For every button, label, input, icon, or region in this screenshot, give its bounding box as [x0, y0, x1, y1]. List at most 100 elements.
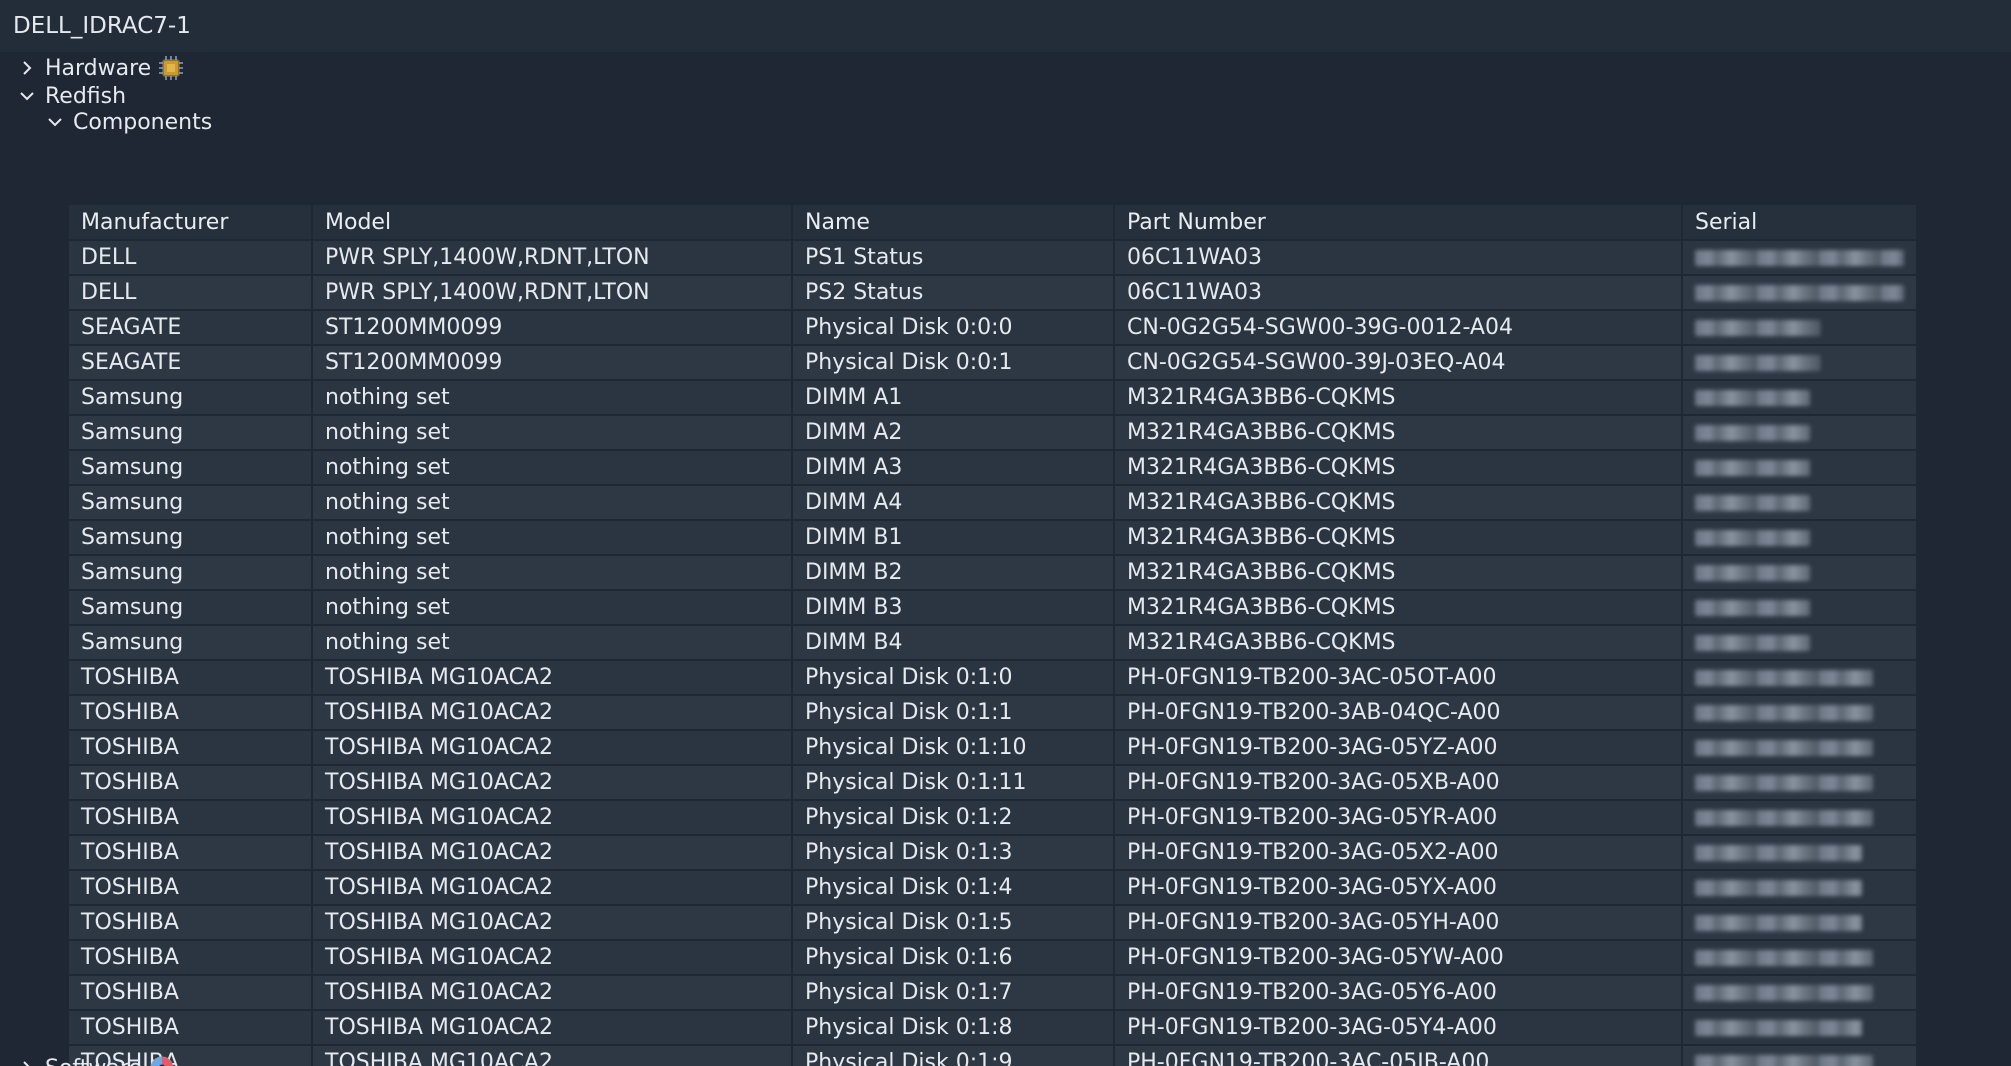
serial-redacted: [1695, 844, 1862, 861]
table-row: SEAGATE ST1200MM0099 Physical Disk 0:0:0 CN…: [69, 310, 1918, 346]
cell-model: TOSHIBA MG10ACA2: [312, 835, 793, 871]
components-table-body: DELL PWR SPLY,1400W,RDNT,LTON PS1 Status 06…: [69, 240, 1918, 1066]
cell-name: Physical Disk 0:1:8: [792, 1010, 1115, 1046]
cell-serial: [1682, 1045, 1918, 1066]
cell-part-number: PH-0FGN19-TB200-3AG-05YZ-A00: [1114, 730, 1683, 766]
cell-name: PS2 Status: [792, 275, 1115, 311]
cell-name: Physical Disk 0:0:1: [792, 345, 1115, 381]
chevron-right-icon[interactable]: [15, 56, 39, 80]
cell-name: DIMM B4: [792, 625, 1115, 661]
cell-name: DIMM B2: [792, 555, 1115, 591]
serial-redacted: [1695, 914, 1862, 931]
cell-manufacturer: TOSHIBA: [69, 765, 313, 801]
serial-redacted: [1695, 809, 1873, 826]
cell-name: Physical Disk 0:1:1: [792, 695, 1115, 731]
cell-manufacturer: SEAGATE: [69, 345, 313, 381]
cell-manufacturer: TOSHIBA: [69, 800, 313, 836]
cell-part-number: M321R4GA3BB6-CQKMS: [1114, 485, 1683, 521]
serial-redacted: [1695, 1019, 1862, 1036]
serial-redacted: [1695, 879, 1862, 896]
cell-serial: [1682, 590, 1918, 626]
cell-manufacturer: DELL: [69, 240, 313, 276]
cell-serial: [1682, 940, 1918, 976]
cell-part-number: M321R4GA3BB6-CQKMS: [1114, 380, 1683, 416]
cell-part-number: CN-0G2G54-SGW00-39J-03EQ-A04: [1114, 345, 1683, 381]
table-row: Samsung nothing set DIMM A4 M321R4GA3BB6-CQ…: [69, 485, 1918, 521]
cell-part-number: PH-0FGN19-TB200-3AB-04QC-A00: [1114, 695, 1683, 731]
cell-part-number: M321R4GA3BB6-CQKMS: [1114, 590, 1683, 626]
cell-model: TOSHIBA MG10ACA2: [312, 1010, 793, 1046]
table-row: Samsung nothing set DIMM B3 M321R4GA3BB6-CQ…: [69, 590, 1918, 626]
serial-redacted: [1695, 424, 1810, 441]
cell-part-number: PH-0FGN19-TB200-3AC-05OT-A00: [1114, 660, 1683, 696]
tree-node-components[interactable]: Components: [43, 108, 212, 136]
cell-manufacturer: TOSHIBA: [69, 695, 313, 731]
cell-serial: [1682, 240, 1918, 276]
cell-serial: [1682, 485, 1918, 521]
cell-model: ST1200MM0099: [312, 345, 793, 381]
column-header-model[interactable]: Model: [312, 205, 793, 241]
cell-manufacturer: Samsung: [69, 380, 313, 416]
cell-serial: [1682, 765, 1918, 801]
column-header-manufacturer[interactable]: Manufacturer: [69, 205, 313, 241]
cell-part-number: PH-0FGN19-TB200-3AG-05YR-A00: [1114, 800, 1683, 836]
cell-serial: [1682, 1010, 1918, 1046]
cell-part-number: PH-0FGN19-TB200-3AG-05X2-A00: [1114, 835, 1683, 871]
disc-icon: [148, 1054, 176, 1066]
cell-manufacturer: TOSHIBA: [69, 660, 313, 696]
table-row: TOSHIBA TOSHIBA MG10ACA2 Physical Disk 0:1…: [69, 765, 1918, 801]
cell-part-number: 06C11WA03: [1114, 240, 1683, 276]
tree-node-label: Software: [45, 1056, 142, 1066]
cell-part-number: CN-0G2G54-SGW00-39G-0012-A04: [1114, 310, 1683, 346]
serial-redacted: [1695, 564, 1810, 581]
cell-model: TOSHIBA MG10ACA2: [312, 975, 793, 1011]
cell-name: Physical Disk 0:1:0: [792, 660, 1115, 696]
cell-manufacturer: TOSHIBA: [69, 905, 313, 941]
cell-name: PS1 Status: [792, 240, 1115, 276]
tree-node-redfish[interactable]: Redfish: [15, 82, 126, 110]
cell-model: PWR SPLY,1400W,RDNT,LTON: [312, 275, 793, 311]
cell-serial: [1682, 975, 1918, 1011]
table-row: Samsung nothing set DIMM B2 M321R4GA3BB6-CQ…: [69, 555, 1918, 591]
cell-name: Physical Disk 0:1:11: [792, 765, 1115, 801]
serial-redacted: [1695, 669, 1873, 686]
tree-node-software[interactable]: Software: [15, 1054, 176, 1066]
chevron-down-icon[interactable]: [15, 84, 39, 108]
cell-part-number: PH-0FGN19-TB200-3AC-05JB-A00: [1114, 1045, 1683, 1066]
cell-manufacturer: SEAGATE: [69, 310, 313, 346]
tree-node-hardware[interactable]: Hardware: [15, 54, 185, 82]
serial-redacted: [1695, 774, 1873, 791]
table-row: TOSHIBA TOSHIBA MG10ACA2 Physical Disk 0:1…: [69, 905, 1918, 941]
cell-serial: [1682, 800, 1918, 836]
table-row: DELL PWR SPLY,1400W,RDNT,LTON PS2 Status 06…: [69, 275, 1918, 311]
cell-serial: [1682, 310, 1918, 346]
cell-model: TOSHIBA MG10ACA2: [312, 800, 793, 836]
table-row: TOSHIBA TOSHIBA MG10ACA2 Physical Disk 0:1…: [69, 660, 1918, 696]
column-header-serial[interactable]: Serial: [1682, 205, 1918, 241]
tree-node-label: Hardware: [45, 55, 152, 81]
serial-redacted: [1695, 984, 1873, 1001]
table-row: TOSHIBA TOSHIBA MG10ACA2 Physical Disk 0:1…: [69, 1010, 1918, 1046]
cell-model: TOSHIBA MG10ACA2: [312, 695, 793, 731]
cell-manufacturer: Samsung: [69, 485, 313, 521]
cell-name: Physical Disk 0:1:2: [792, 800, 1115, 836]
table-row: TOSHIBA TOSHIBA MG10ACA2 Physical Disk 0:1…: [69, 940, 1918, 976]
cell-serial: [1682, 660, 1918, 696]
cell-model: nothing set: [312, 380, 793, 416]
chevron-down-icon[interactable]: [43, 110, 67, 134]
column-header-part-number[interactable]: Part Number: [1114, 205, 1683, 241]
table-row: DELL PWR SPLY,1400W,RDNT,LTON PS1 Status 06…: [69, 240, 1918, 276]
column-header-name[interactable]: Name: [792, 205, 1115, 241]
cell-serial: [1682, 695, 1918, 731]
cell-manufacturer: Samsung: [69, 555, 313, 591]
chevron-right-icon[interactable]: [15, 1056, 39, 1066]
serial-redacted: [1695, 1054, 1873, 1066]
cell-part-number: PH-0FGN19-TB200-3AG-05YX-A00: [1114, 870, 1683, 906]
cell-model: PWR SPLY,1400W,RDNT,LTON: [312, 240, 793, 276]
cell-name: Physical Disk 0:1:5: [792, 905, 1115, 941]
cell-model: nothing set: [312, 415, 793, 451]
serial-redacted: [1695, 389, 1810, 406]
cell-name: DIMM A4: [792, 485, 1115, 521]
table-row: TOSHIBA TOSHIBA MG10ACA2 Physical Disk 0:1…: [69, 1045, 1918, 1066]
table-row: SEAGATE ST1200MM0099 Physical Disk 0:0:1 CN…: [69, 345, 1918, 381]
